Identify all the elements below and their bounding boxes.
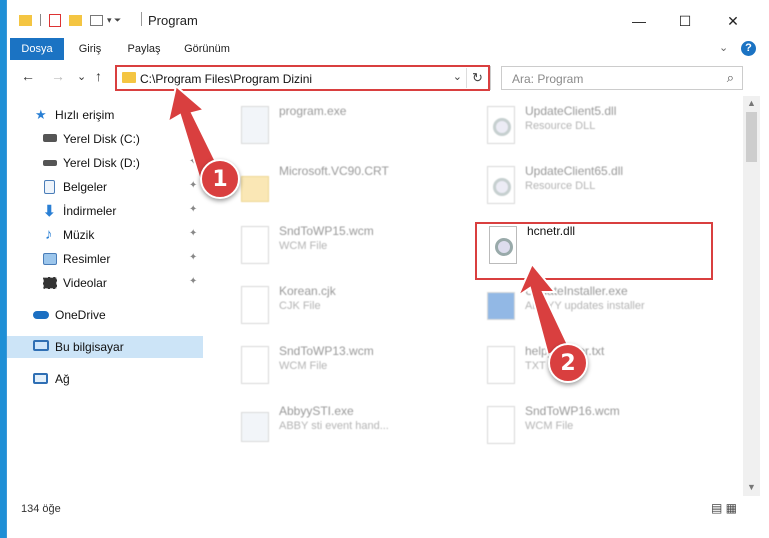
step-1-badge: 1	[200, 159, 240, 199]
annotation-arrows	[166, 84, 570, 357]
arrow-2-icon	[515, 262, 570, 357]
step-2-badge: 2	[548, 343, 588, 383]
